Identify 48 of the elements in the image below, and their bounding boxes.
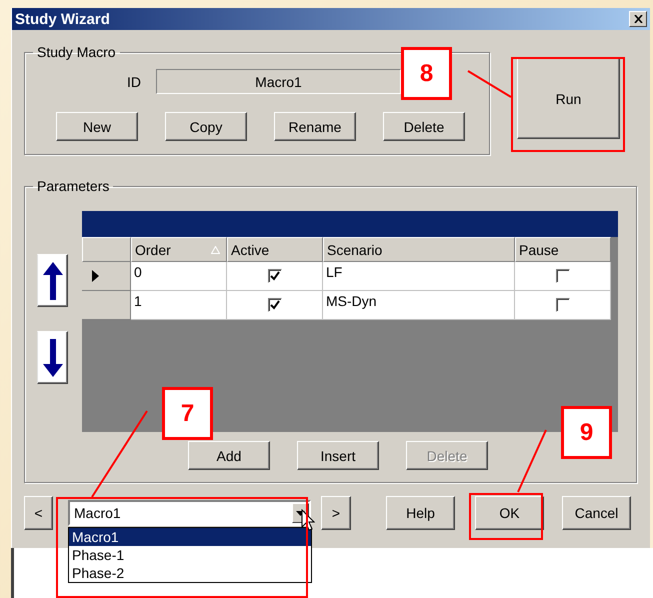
- macro-button[interactable]: Rename: [274, 112, 356, 141]
- close-icon: [634, 15, 642, 23]
- table-cell: LF: [323, 262, 515, 291]
- dialog-button[interactable]: Help: [386, 496, 455, 530]
- window-title: Study Wizard: [15, 10, 110, 28]
- close-button[interactable]: [629, 11, 647, 27]
- leader-line: [467, 70, 512, 98]
- column-label: Pause: [519, 242, 559, 258]
- callout-number: 9: [561, 406, 612, 459]
- column-label: Active: [231, 242, 270, 258]
- table-cell: 1: [131, 291, 227, 320]
- down-arrow-icon: [42, 336, 64, 378]
- macro-button[interactable]: Delete: [383, 112, 465, 141]
- current-row-icon: [92, 270, 99, 282]
- dialog-button[interactable]: OK: [475, 496, 544, 530]
- move-down-button[interactable]: [37, 331, 68, 384]
- row-header[interactable]: [82, 262, 131, 291]
- dialog-button[interactable]: Cancel: [562, 496, 631, 530]
- table-cell: MS-Dyn: [323, 291, 515, 320]
- run-button[interactable]: Run: [517, 58, 620, 139]
- up-arrow-icon: [42, 260, 64, 302]
- id-label: ID: [126, 74, 141, 90]
- dropdown-option[interactable]: Phase-1: [69, 546, 311, 564]
- move-up-button[interactable]: [37, 254, 68, 307]
- row-button[interactable]: Add: [188, 441, 270, 470]
- group-label: Parameters: [36, 178, 110, 194]
- dropdown-value: Macro1: [73, 505, 121, 521]
- table-cell: 0: [131, 262, 227, 291]
- macro-dropdown[interactable]: Macro1: [68, 500, 311, 526]
- column-label: Scenario: [327, 242, 382, 258]
- next-button[interactable]: >: [321, 496, 351, 530]
- column-header[interactable]: Pause: [515, 237, 611, 262]
- dropdown-option[interactable]: Macro1: [69, 528, 311, 546]
- column-header[interactable]: Active: [227, 237, 323, 262]
- group-label: Study Macro: [36, 44, 117, 60]
- row-button[interactable]: Insert: [297, 441, 379, 470]
- id-field[interactable]: Macro1: [156, 69, 401, 94]
- macro-button[interactable]: New: [56, 112, 138, 141]
- previous-button[interactable]: <: [24, 496, 53, 530]
- column-header[interactable]: Order: [131, 237, 227, 262]
- row-header: [82, 237, 131, 262]
- dropdown-option[interactable]: Phase-2: [69, 564, 311, 582]
- column-header[interactable]: Scenario: [323, 237, 515, 262]
- macro-button[interactable]: Copy: [165, 112, 247, 141]
- leader-line: [517, 430, 547, 492]
- column-label: Order: [135, 242, 171, 258]
- callout-number: 7: [162, 387, 213, 440]
- callout-number: 8: [401, 47, 452, 100]
